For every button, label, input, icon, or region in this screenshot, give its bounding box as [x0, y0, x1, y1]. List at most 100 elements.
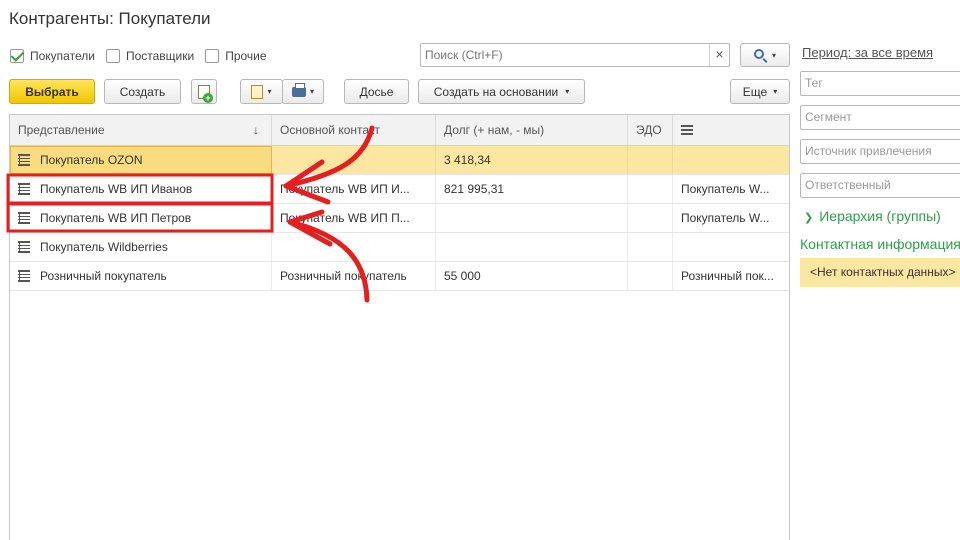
contact-info-header: Контактная информация — [800, 236, 960, 252]
column-header-contact[interactable]: Основной контакт — [272, 115, 436, 145]
chevron-down-icon: ▾ — [267, 87, 272, 96]
search-box: × — [420, 43, 730, 67]
period-link[interactable]: Период: за все время — [802, 45, 933, 60]
more-button[interactable]: Еще ▾ — [730, 79, 790, 104]
catalog-item-icon — [18, 270, 30, 282]
cell-representation: Покупатель WB ИП Иванов — [10, 175, 272, 203]
create-group-button[interactable] — [191, 79, 217, 104]
cell-main-contact: Покупатель WB ИП И... — [272, 175, 436, 203]
catalog-item-icon — [18, 212, 30, 224]
chevron-down-icon: ▾ — [773, 87, 778, 96]
cell-edo — [628, 146, 673, 174]
cell-main-contact-text: Розничный покупатель — [280, 269, 407, 283]
list-menu-icon — [681, 125, 693, 135]
cell-debt — [436, 233, 628, 261]
cell-debt: 821 995,31 — [436, 175, 628, 203]
cell-representation: Покупатель WB ИП Петров — [10, 204, 272, 232]
cell-edo — [628, 175, 673, 203]
cell-representation-text: Покупатель WB ИП Иванов — [40, 182, 193, 196]
column-settings-header[interactable] — [673, 115, 789, 145]
dossier-button[interactable]: Досье — [344, 79, 409, 104]
cell-main-contact — [272, 146, 436, 174]
cell-main-contact: Розничный покупатель — [272, 262, 436, 290]
counterparties-table: Представление ↓ Основной контакт Долг (+… — [9, 114, 790, 540]
column-header-debt[interactable]: Долг (+ нам, - мы) — [436, 115, 628, 145]
table-row[interactable]: Розничный покупатель Розничный покупатель… — [10, 262, 789, 291]
search-icon — [753, 49, 764, 59]
chevron-down-icon: ▾ — [309, 87, 314, 96]
no-contact-data: <Нет контактных данных> — [800, 258, 960, 287]
column-header-representation[interactable]: Представление ↓ — [10, 115, 272, 145]
filter-other-checkbox[interactable]: Прочие — [205, 49, 267, 63]
cell-main-contact: Покупатель WB ИП П... — [272, 204, 436, 232]
search-input[interactable] — [421, 44, 706, 66]
cell-debt-text: 3 418,34 — [444, 153, 491, 167]
checkbox-icon — [105, 49, 120, 63]
table-header: Представление ↓ Основной контакт Долг (+… — [10, 115, 789, 146]
cell-edo — [628, 204, 673, 232]
column-header-edo[interactable]: ЭДО — [628, 115, 673, 145]
cell-debt — [436, 204, 628, 232]
cell-representation-text: Покупатель OZON — [40, 153, 143, 167]
cell-debt-text: 821 995,31 — [444, 182, 505, 196]
printer-icon — [291, 82, 306, 97]
cell-representation: Розничный покупатель — [10, 262, 272, 290]
search-button[interactable]: ▾ — [740, 43, 790, 67]
cell-representation: Покупатель OZON — [10, 146, 272, 174]
source-field[interactable]: Источник привлечения — [800, 139, 960, 164]
print-button[interactable]: ▾ — [282, 79, 324, 104]
cell-representation-text: Покупатель WB ИП Петров — [40, 211, 192, 225]
cell-representation-text: Розничный покупатель — [40, 269, 167, 283]
report-icon — [251, 84, 264, 99]
cell-edo — [628, 233, 673, 261]
cell-extra: Покупатель W... — [673, 204, 789, 232]
sort-arrow-icon: ↓ — [253, 123, 259, 137]
filter-bar: Покупатели Поставщики Прочие — [10, 47, 278, 65]
cell-debt: 3 418,34 — [436, 146, 628, 174]
cell-debt: 55 000 — [436, 262, 628, 290]
cell-extra-text: Покупатель W... — [681, 211, 770, 225]
cell-extra: Розничный пок... — [673, 262, 789, 290]
checkbox-icon — [205, 49, 220, 63]
cell-main-contact-text: Покупатель WB ИП П... — [280, 211, 410, 225]
cell-extra — [673, 233, 789, 261]
hierarchy-toggle[interactable]: ❯ Иерархия (группы) — [804, 208, 941, 224]
cell-debt-text: 55 000 — [444, 269, 481, 283]
catalog-item-icon — [18, 183, 30, 195]
add-document-icon — [198, 84, 213, 103]
chevron-down-icon: ▾ — [565, 87, 570, 96]
segment-field[interactable]: Сегмент — [800, 105, 960, 130]
table-row[interactable]: Покупатель WB ИП Петров Покупатель WB ИП … — [10, 204, 789, 233]
table-row[interactable]: Покупатель WB ИП Иванов Покупатель WB ИП … — [10, 175, 789, 204]
catalog-item-icon — [18, 154, 30, 166]
catalog-item-icon — [18, 241, 30, 253]
cell-representation-text: Покупатель Wildberries — [40, 240, 168, 254]
cell-extra-text: Покупатель W... — [681, 182, 770, 196]
page-title: Контрагенты: Покупатели — [9, 9, 211, 28]
cell-main-contact-text: Покупатель WB ИП И... — [280, 182, 410, 196]
chevron-right-icon: ❯ — [804, 212, 814, 224]
create-on-basis-label: Создать на основании — [433, 84, 559, 99]
more-label: Еще — [742, 84, 768, 99]
filter-other-label: Прочие — [225, 49, 267, 63]
filter-buyers-checkbox[interactable]: Покупатели — [10, 49, 95, 63]
tag-field[interactable]: Тег — [800, 71, 960, 96]
select-button[interactable]: Выбрать — [9, 79, 95, 104]
cell-extra-text: Розничный пок... — [681, 269, 774, 283]
responsible-field[interactable]: Ответственный — [800, 173, 960, 198]
table-body: Покупатель OZON 3 418,34 Покупатель WB ИП … — [10, 146, 789, 291]
chevron-down-icon: ▾ — [771, 50, 776, 60]
cell-main-contact — [272, 233, 436, 261]
create-button[interactable]: Создать — [104, 79, 181, 104]
table-row[interactable]: Покупатель OZON 3 418,34 — [10, 146, 789, 175]
create-on-basis-button[interactable]: Создать на основании ▾ — [418, 79, 585, 104]
clear-search-icon[interactable]: × — [709, 44, 729, 66]
report-button[interactable]: ▾ — [240, 79, 283, 104]
cell-edo — [628, 262, 673, 290]
cell-extra: Покупатель W... — [673, 175, 789, 203]
table-row[interactable]: Покупатель Wildberries — [10, 233, 789, 262]
hierarchy-label: Иерархия (группы) — [819, 208, 941, 224]
checkbox-checked-icon — [10, 49, 24, 63]
filter-suppliers-label: Поставщики — [125, 49, 195, 63]
filter-suppliers-checkbox[interactable]: Поставщики — [105, 49, 195, 63]
